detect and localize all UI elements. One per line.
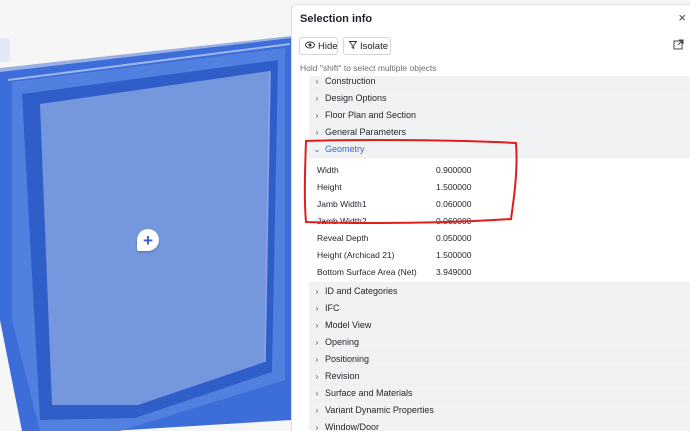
isolate-button-label: Isolate <box>360 40 388 52</box>
chevron-right-icon: › <box>315 110 319 120</box>
chevron-down-icon: ⌄ <box>313 144 321 154</box>
chevron-right-icon: › <box>315 76 319 86</box>
chevron-right-icon: › <box>315 286 319 296</box>
geometry-properties: Width 0.900000 Height 1.500000 Jamb Widt… <box>309 158 690 282</box>
property-row: Jamb Width1 0.060000 <box>309 195 690 212</box>
group-label: Window/Door <box>325 422 380 431</box>
group-construction[interactable]: › Construction <box>309 76 690 89</box>
group-label: Positioning <box>325 354 370 364</box>
group-model-view[interactable]: › Model View <box>309 317 690 333</box>
group-ifc[interactable]: › IFC <box>309 300 690 316</box>
3d-viewport[interactable]: + <box>0 0 291 431</box>
viewport-side-tab[interactable] <box>0 38 10 62</box>
property-row: Reveal Depth 0.050000 <box>309 229 690 246</box>
panel-title: Selection info <box>300 13 373 25</box>
property-key: Reveal Depth <box>317 232 369 243</box>
close-icon[interactable]: × <box>678 11 686 24</box>
property-value: 0.060000 <box>436 198 472 209</box>
chevron-right-icon: › <box>315 127 319 137</box>
group-label: ID and Categories <box>325 286 398 296</box>
group-geometry[interactable]: ⌄ Geometry <box>309 141 690 157</box>
group-general-parameters[interactable]: › General Parameters <box>309 124 690 140</box>
group-label: IFC <box>325 303 340 313</box>
isolate-button[interactable]: Isolate <box>343 37 391 55</box>
property-list[interactable]: › Construction › Design Options › Floor … <box>309 76 690 431</box>
property-value: 0.900000 <box>436 164 472 175</box>
property-key: Width <box>317 164 339 175</box>
chevron-right-icon: › <box>315 405 319 415</box>
property-row: Width 0.900000 <box>309 161 690 178</box>
chevron-right-icon: › <box>315 354 319 364</box>
property-key: Height <box>317 181 342 192</box>
add-comment-icon[interactable]: + <box>137 229 159 251</box>
property-value: 3.949000 <box>436 266 472 277</box>
group-label: Opening <box>325 337 360 347</box>
selection-info-panel: Selection info × Hide Isolate Hold "shif… <box>291 4 690 431</box>
chevron-right-icon: › <box>315 303 319 313</box>
chevron-right-icon: › <box>315 422 319 431</box>
property-key: Bottom Surface Area (Net) <box>317 266 417 277</box>
group-label: Floor Plan and Section <box>325 110 417 120</box>
chevron-right-icon: › <box>315 371 319 381</box>
group-label: General Parameters <box>325 127 407 137</box>
group-label: Variant Dynamic Properties <box>325 405 434 415</box>
group-surface-and-materials[interactable]: › Surface and Materials <box>309 385 690 401</box>
eye-icon <box>305 41 315 51</box>
group-positioning[interactable]: › Positioning <box>309 351 690 367</box>
property-value: 1.500000 <box>436 181 472 192</box>
window-model[interactable] <box>0 0 291 431</box>
group-label: Construction <box>325 76 376 86</box>
chevron-right-icon: › <box>315 93 319 103</box>
panel-header: Selection info × <box>292 5 690 33</box>
group-id-and-categories[interactable]: › ID and Categories <box>309 283 690 299</box>
property-row: Height (Archicad 21) 1.500000 <box>309 246 690 263</box>
external-link-icon[interactable] <box>673 39 684 53</box>
group-label: Revision <box>325 371 360 381</box>
filter-icon <box>348 41 358 51</box>
chevron-right-icon: › <box>315 388 319 398</box>
group-variant-dynamic-properties[interactable]: › Variant Dynamic Properties <box>309 402 690 418</box>
multi-select-hint: Hold "shift" to select multiple objects <box>300 63 437 73</box>
group-label: Surface and Materials <box>325 388 413 398</box>
property-key: Jamb Width1 <box>317 198 367 209</box>
group-revision[interactable]: › Revision <box>309 368 690 384</box>
group-design-options[interactable]: › Design Options <box>309 90 690 106</box>
group-label: Model View <box>325 320 372 330</box>
group-label: Geometry <box>325 144 365 154</box>
property-value: 0.060000 <box>436 215 472 226</box>
group-floor-plan-and-section[interactable]: › Floor Plan and Section <box>309 107 690 123</box>
property-groups: › Construction › Design Options › Floor … <box>309 76 690 431</box>
property-row: Jamb Width2 0.060000 <box>309 212 690 229</box>
property-key: Height (Archicad 21) <box>317 249 395 260</box>
hide-button-label: Hide <box>318 40 338 52</box>
hide-button[interactable]: Hide <box>299 37 338 55</box>
property-row: Bottom Surface Area (Net) 3.949000 <box>309 263 690 280</box>
group-opening[interactable]: › Opening <box>309 334 690 350</box>
group-window-door[interactable]: › Window/Door <box>309 419 690 431</box>
panel-toolbar: Hide Isolate <box>299 37 690 55</box>
property-value: 0.050000 <box>436 232 472 243</box>
chevron-right-icon: › <box>315 337 319 347</box>
group-label: Design Options <box>325 93 387 103</box>
property-value: 1.500000 <box>436 249 472 260</box>
property-row: Height 1.500000 <box>309 178 690 195</box>
property-key: Jamb Width2 <box>317 215 367 226</box>
chevron-right-icon: › <box>315 320 319 330</box>
